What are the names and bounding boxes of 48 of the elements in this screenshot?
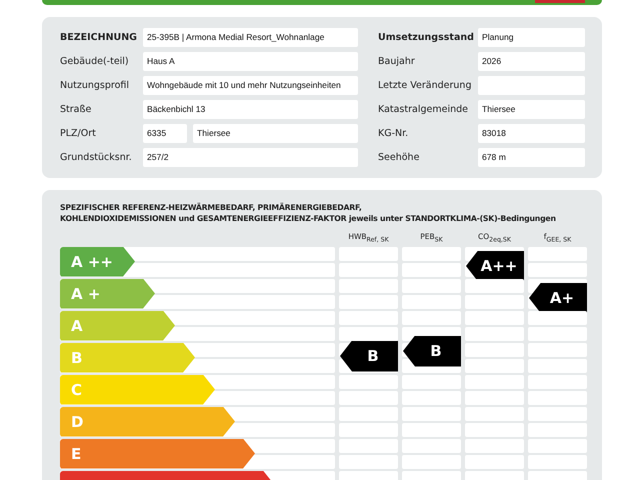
table-cell <box>528 422 587 436</box>
table-cell <box>339 390 398 404</box>
table-cell <box>339 294 398 308</box>
value-field: 678 m <box>478 148 585 167</box>
table-cell <box>402 390 461 404</box>
value-field: Bäckenbichl 13 <box>143 100 358 119</box>
field-label: Gebäude(-teil) <box>60 56 130 67</box>
value-field: Thiersee <box>478 100 585 119</box>
value-field: 2026 <box>478 52 585 71</box>
table-cell <box>465 294 524 308</box>
table-cell <box>465 454 524 468</box>
table-cell <box>339 326 398 340</box>
table-cell <box>339 262 398 276</box>
value-field: 83018 <box>478 124 585 143</box>
field-label: BEZEICHNUNG <box>60 32 138 43</box>
field-label: PLZ/Ort <box>60 128 97 139</box>
field-label: Baujahr <box>378 56 416 67</box>
table-cell <box>528 358 587 372</box>
value-field: Thiersee <box>193 124 358 143</box>
value-field: 25-395B | Armona Medial Resort_Wohnanlage <box>143 28 358 47</box>
table-cell <box>528 326 587 340</box>
field-label: KG-Nr. <box>378 128 410 139</box>
field-label: Katastralgemeinde <box>378 104 469 115</box>
field-label: Nutzungsprofil <box>60 80 130 91</box>
field-label: Seehöhe <box>378 152 420 163</box>
table-cell <box>528 454 587 468</box>
field-label: Grundstücksnr. <box>60 152 133 163</box>
table-cell <box>528 390 587 404</box>
table-cell <box>465 326 524 340</box>
table-cell <box>528 262 587 276</box>
table-cell <box>465 390 524 404</box>
value-field: Planung <box>478 28 585 47</box>
table-cell <box>402 294 461 308</box>
value-field: Haus A <box>143 52 358 71</box>
value-field: 6335 <box>143 124 187 143</box>
field-label: Letzte Veränderung <box>378 80 472 91</box>
table-cell <box>465 422 524 436</box>
table-cell <box>402 454 461 468</box>
table-cell <box>339 454 398 468</box>
value-field: 257/2 <box>143 148 358 167</box>
table-cell <box>402 422 461 436</box>
value-field: Wohngebäude mit 10 und mehr Nutzungseinheiten <box>143 76 358 95</box>
table-cell <box>339 422 398 436</box>
table-cell <box>465 358 524 372</box>
field-label: Umsetzungsstand <box>378 32 475 43</box>
header-accent <box>535 0 585 3</box>
table-cell <box>402 262 461 276</box>
field-label: Straße <box>60 104 92 115</box>
